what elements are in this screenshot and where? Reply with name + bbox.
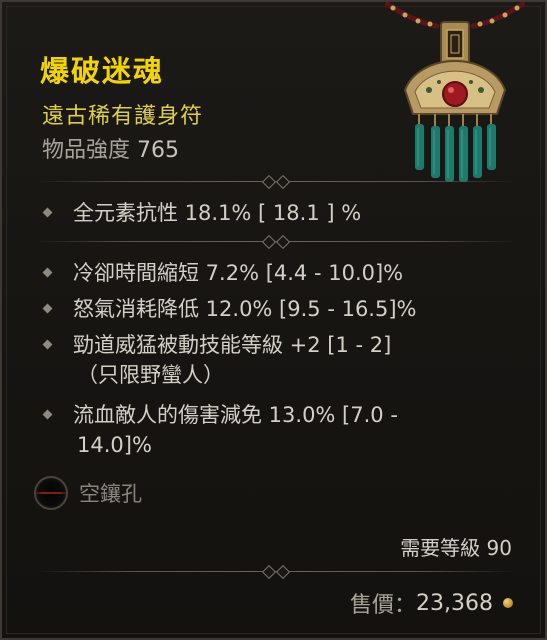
item-tooltip: 爆破迷魂 遠古稀有護身符 物品強度 765 全元素抗性 18.1% [ 18.1… [0,0,547,640]
affix-bleeding-damage-reduction: 流血敵人的傷害減免 13.0% [7.0 - 14.0]% [42,400,398,460]
empty-socket-icon [33,476,69,510]
diamond-bullet-icon [42,339,53,350]
diamond-bullet-icon [42,267,53,278]
implicit-affix: 全元素抗性 18.1% [ 18.1 ] % [42,198,361,228]
diamond-bullet-icon [42,409,53,420]
item-power: 物品強度 765 [42,132,179,164]
diamond-bullet-icon [42,207,53,218]
affix-fury-cost: 怒氣消耗降低 12.0% [9.5 - 16.5]% [42,294,417,324]
item-power-value: 765 [137,138,180,163]
diamond-bullet-icon [42,303,53,314]
affix-passive-rank-class-note: （只限野蠻人） [77,363,224,387]
sell-price-value: 23,368 [416,590,493,616]
item-type: 遠古稀有護身符 [42,104,204,129]
required-level: 需要等級 90 [400,536,512,560]
socket-label: 空鑲孔 [79,482,142,506]
divider-middle [36,234,516,250]
sell-price: 售價： 23,368 [350,587,513,619]
affix-bleeding-continuation: 14.0]% [77,433,152,457]
item-power-label: 物品強度 [42,138,131,163]
sell-price-label: 售價： [350,593,417,618]
affix-cooldown: 冷卻時間縮短 7.2% [4.4 - 10.0]% [42,258,403,288]
item-name: 爆破迷魂 [40,54,165,88]
socket-row: 空鑲孔 [33,476,142,510]
divider-top [36,174,516,190]
amulet-icon [385,2,525,182]
gold-coin-icon [503,598,513,608]
affix-passive-rank: 勁道威猛被動技能等級 +2 [1 - 2] （只限野蠻人） [42,330,391,390]
divider-bottom [36,564,516,580]
